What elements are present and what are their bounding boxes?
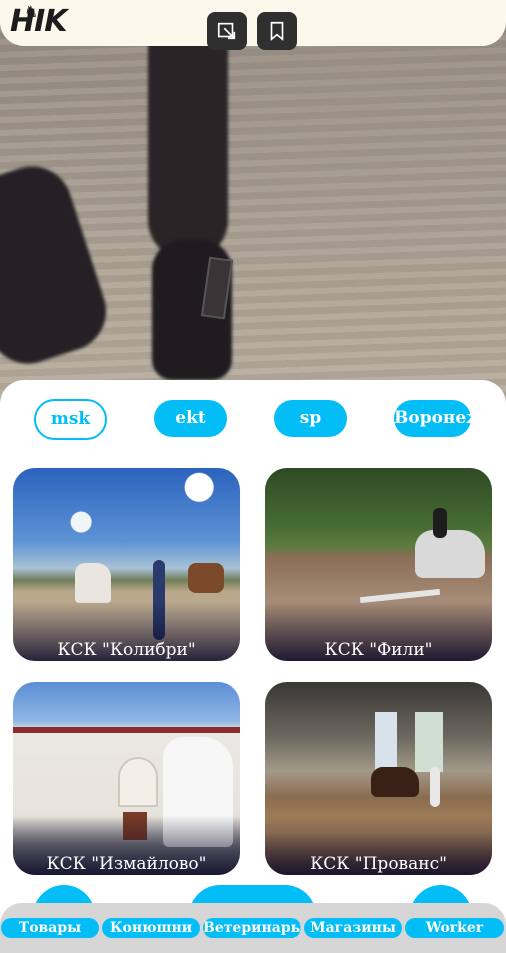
bottom-nav: Товары Конюшни Ветеринары Магазины Worke… [0, 903, 506, 953]
stable-name: КСК "Колибри" [57, 640, 196, 660]
rider-shape [433, 508, 447, 538]
stable-card[interactable]: КСК "Фили" [265, 468, 492, 661]
window-shape [415, 712, 443, 772]
nav-item-vets[interactable]: Ветеринары [203, 918, 301, 938]
app-logo[interactable]: ♞ HIK [10, 2, 68, 42]
stable-card[interactable]: КСК "Прованс" [265, 682, 492, 875]
stable-card[interactable]: КСК "Колибри" [13, 468, 240, 661]
city-tab-voronezh[interactable]: Воронеж [394, 400, 471, 437]
horse-shape [188, 563, 224, 593]
nav-item-goods[interactable]: Товары [1, 918, 99, 938]
share-arrow-icon [217, 22, 236, 40]
horse-leg-shape [148, 20, 228, 260]
stable-card[interactable]: КСК "Измайлово" [13, 682, 240, 875]
horse-head-icon: ♞ [24, 2, 38, 21]
city-tab-msk[interactable]: msk [34, 399, 107, 440]
top-bar: ♞ HIK [0, 0, 506, 50]
nav-item-worker[interactable]: Worker [405, 918, 504, 938]
share-button[interactable] [207, 12, 247, 50]
trainer-shape [430, 767, 440, 807]
nav-item-stables[interactable]: Конюшни [102, 918, 200, 938]
horse-back-leg-shape [0, 156, 117, 374]
window-shape [375, 712, 397, 772]
white-horse-shape [415, 530, 485, 578]
logo-text: HIK [10, 4, 68, 39]
horse-shape [75, 563, 111, 603]
nav-item-shops[interactable]: Магазины [304, 918, 402, 938]
bookmark-icon [270, 21, 284, 42]
hero-photo [0, 0, 506, 410]
dark-horse-shape [371, 767, 419, 797]
stable-name: КСК "Прованс" [310, 854, 447, 874]
stable-name: КСК "Измайлово" [46, 854, 207, 874]
city-tab-sp[interactable]: sp [274, 400, 347, 437]
roof-shape [13, 727, 240, 733]
city-tab-ekt[interactable]: ekt [154, 400, 227, 437]
arch-shape [118, 757, 158, 807]
stable-name: КСК "Фили" [324, 640, 433, 660]
bookmark-button[interactable] [257, 12, 297, 50]
